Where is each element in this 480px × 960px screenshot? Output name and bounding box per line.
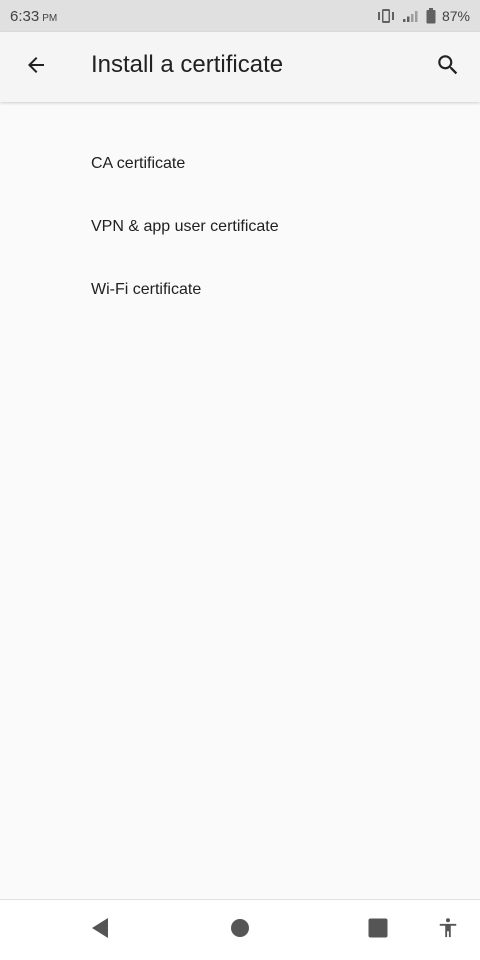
status-time: 6:33 PM — [10, 8, 57, 25]
signal-icon — [402, 9, 420, 23]
home-circle-icon — [230, 918, 250, 943]
battery-percent: 87% — [441, 8, 470, 24]
accessibility-icon — [437, 916, 459, 945]
list-item-wifi-certificate[interactable]: Wi-Fi certificate — [0, 258, 480, 321]
nav-recents-button[interactable] — [348, 900, 408, 960]
list-item-label: VPN & app user certificate — [91, 217, 279, 235]
back-triangle-icon — [90, 917, 110, 944]
list-item-label: CA certificate — [91, 154, 186, 172]
search-button[interactable] — [426, 45, 470, 89]
list-top-spacer — [0, 102, 480, 132]
battery-icon — [426, 8, 436, 24]
page-title: Install a certificate — [91, 51, 284, 78]
nav-home-button[interactable] — [210, 900, 270, 960]
app-bar: Install a certificate — [0, 32, 480, 102]
certificate-list: CA certificate VPN & app user certificat… — [0, 102, 480, 321]
list-item-label: Wi-Fi certificate — [91, 280, 202, 298]
arrow-back-icon — [24, 53, 48, 82]
navigation-bar — [0, 899, 480, 960]
back-button[interactable] — [14, 45, 58, 89]
list-item-vpn-app-user-certificate[interactable]: VPN & app user certificate — [0, 195, 480, 258]
search-icon — [435, 52, 461, 83]
nav-back-button[interactable] — [70, 900, 130, 960]
status-icons: 87% — [376, 8, 470, 24]
status-bar: 6:33 PM 87% — [0, 0, 480, 32]
list-item-ca-certificate[interactable]: CA certificate — [0, 132, 480, 195]
time-text: 6:33 — [10, 7, 40, 25]
time-ampm: PM — [42, 12, 58, 24]
screen: 6:33 PM 87% Install a certificate CA cer… — [0, 0, 480, 960]
recents-square-icon — [368, 918, 388, 943]
nav-accessibility-button[interactable] — [418, 900, 478, 960]
vibrate-icon — [376, 8, 396, 24]
